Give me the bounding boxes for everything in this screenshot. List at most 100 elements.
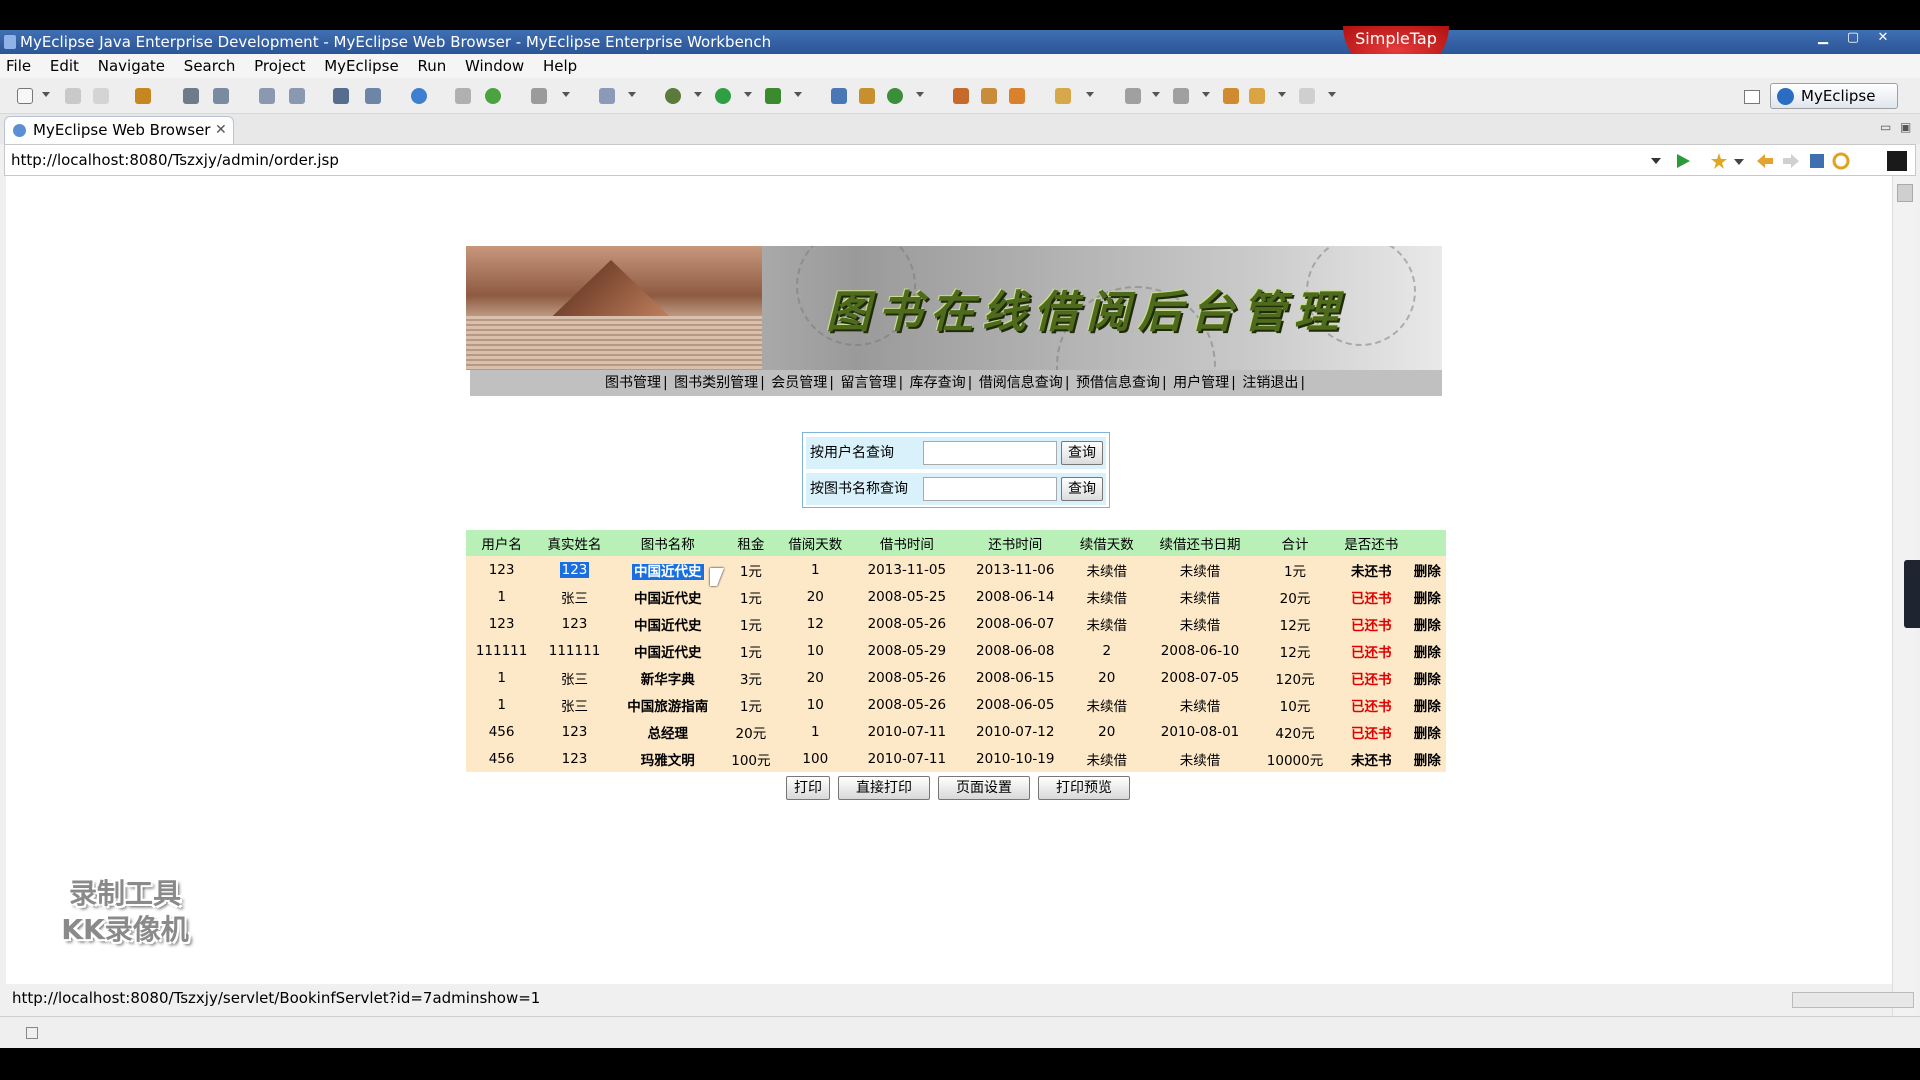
direct-print-button[interactable]: 直接打印 xyxy=(838,776,930,800)
menu-search[interactable]: Search xyxy=(178,54,244,78)
scroll-up-handle[interactable] xyxy=(1897,184,1913,202)
nav-message-management[interactable]: 留言管理 xyxy=(840,375,896,391)
nav-book-category-management[interactable]: 图书类别管理 xyxy=(674,375,758,391)
nav-book-management[interactable]: 图书管理 xyxy=(605,375,661,391)
browser-refresh-icon[interactable] xyxy=(1831,151,1851,171)
nav-logout[interactable]: 注销退出 xyxy=(1242,375,1298,391)
side-panel-handle[interactable] xyxy=(1904,560,1920,628)
new-class-icon[interactable] xyxy=(884,85,906,107)
nav-user-management[interactable]: 用户管理 xyxy=(1173,375,1229,391)
menu-edit[interactable]: Edit xyxy=(44,54,87,78)
back-dropdown-icon[interactable] xyxy=(1278,92,1286,97)
menu-run[interactable]: Run xyxy=(411,54,454,78)
uml-dropdown-icon[interactable] xyxy=(628,92,636,97)
delete-link[interactable]: 删除 xyxy=(1414,699,1441,715)
url-history-dropdown-icon[interactable] xyxy=(1651,158,1661,164)
delete-link[interactable]: 删除 xyxy=(1414,618,1441,634)
forward-dropdown-icon[interactable] xyxy=(1328,92,1336,97)
browser-options-icon[interactable] xyxy=(1887,151,1907,171)
myeclipse-perspective-button[interactable]: MyEclipse J... xyxy=(1770,83,1898,129)
delete-link[interactable]: 删除 xyxy=(1414,564,1441,580)
external-tools-dropdown-icon[interactable] xyxy=(794,92,802,97)
cell-delete[interactable]: 删除 xyxy=(1408,610,1446,637)
open-perspective-icon[interactable] xyxy=(1744,90,1760,104)
last-edit-icon[interactable] xyxy=(1220,85,1242,107)
new-package-icon[interactable] xyxy=(856,85,878,107)
nav-reservation-info-query[interactable]: 预借信息查询 xyxy=(1076,375,1160,391)
deploy-icon[interactable] xyxy=(210,85,232,107)
nav-inventory-query[interactable]: 库存查询 xyxy=(910,375,966,391)
server-stop-icon[interactable] xyxy=(286,85,308,107)
image-editor-dropdown-icon[interactable] xyxy=(562,92,570,97)
cell-delete[interactable]: 删除 xyxy=(1408,718,1446,745)
run-icon[interactable] xyxy=(712,85,734,107)
package-icon[interactable] xyxy=(132,85,154,107)
browser-stop-icon[interactable] xyxy=(1807,151,1827,171)
tab-myeclipse-web-browser[interactable]: MyEclipse Web Browser ✕ xyxy=(4,116,234,144)
print-preview-button[interactable]: 打印预览 xyxy=(1038,776,1130,800)
fast-view-icon[interactable] xyxy=(26,1027,38,1039)
next-annotation-icon[interactable] xyxy=(1122,85,1144,107)
menu-project[interactable]: Project xyxy=(248,54,313,78)
browser-forward-icon[interactable] xyxy=(1781,151,1801,171)
maximize-view-icon[interactable]: ▣ xyxy=(1900,120,1911,134)
debug-icon[interactable] xyxy=(662,85,684,107)
search-by-user-input[interactable] xyxy=(923,441,1057,465)
delete-link[interactable]: 删除 xyxy=(1414,591,1441,607)
horizontal-scrollbar[interactable] xyxy=(1792,992,1914,1008)
cell-delete[interactable]: 删除 xyxy=(1408,556,1446,583)
nav-borrow-info-query[interactable]: 借阅信息查询 xyxy=(979,375,1063,391)
debug-server-icon[interactable] xyxy=(180,85,202,107)
menu-myeclipse[interactable]: MyEclipse xyxy=(318,54,406,78)
url-input[interactable] xyxy=(11,149,1631,171)
uml-icon[interactable] xyxy=(596,85,618,107)
eraser-icon[interactable] xyxy=(1006,85,1028,107)
delete-link[interactable]: 删除 xyxy=(1414,645,1441,661)
menu-navigate[interactable]: Navigate xyxy=(92,54,173,78)
prev-annotation-dropdown-icon[interactable] xyxy=(1202,92,1210,97)
image-editor-icon[interactable] xyxy=(528,85,550,107)
minimize-view-icon[interactable]: ▭ xyxy=(1880,120,1891,134)
cell-delete[interactable]: 删除 xyxy=(1408,664,1446,691)
delete-link[interactable]: 删除 xyxy=(1414,753,1441,769)
server-start-icon[interactable] xyxy=(256,85,278,107)
debug-dropdown-icon[interactable] xyxy=(694,92,702,97)
prev-annotation-icon[interactable] xyxy=(1170,85,1192,107)
menu-file[interactable]: File xyxy=(0,54,39,78)
print-button[interactable]: 打印 xyxy=(786,776,830,800)
run-dropdown-icon[interactable] xyxy=(744,92,752,97)
cell-delete[interactable]: 删除 xyxy=(1408,745,1446,772)
favorites-dropdown-icon[interactable] xyxy=(1729,151,1749,171)
pen-icon[interactable] xyxy=(978,85,1000,107)
page-setup-button[interactable]: 页面设置 xyxy=(938,776,1030,800)
nav-member-management[interactable]: 会员管理 xyxy=(771,375,827,391)
minimize-window-icon[interactable]: ▁ xyxy=(1810,30,1836,48)
go-icon[interactable] xyxy=(1673,151,1693,171)
deploy-project-icon[interactable] xyxy=(330,85,352,107)
close-tab-icon[interactable]: ✕ xyxy=(215,117,227,144)
next-annotation-dropdown-icon[interactable] xyxy=(1152,92,1160,97)
close-window-icon[interactable]: ✕ xyxy=(1870,30,1896,48)
search-dropdown-icon[interactable] xyxy=(1086,92,1094,97)
refresh-green-icon[interactable] xyxy=(482,85,504,107)
cell-delete[interactable]: 删除 xyxy=(1408,691,1446,718)
maximize-window-icon[interactable]: ▢ xyxy=(1840,30,1866,48)
search-by-book-button[interactable]: 查询 xyxy=(1061,477,1103,501)
cell-delete[interactable]: 删除 xyxy=(1408,583,1446,610)
search-by-user-button[interactable]: 查询 xyxy=(1061,441,1103,465)
forward-icon[interactable] xyxy=(1296,85,1318,107)
back-icon[interactable] xyxy=(1246,85,1268,107)
browser-back-icon[interactable] xyxy=(1755,151,1775,171)
delete-link[interactable]: 删除 xyxy=(1414,672,1441,688)
new-java-project-icon[interactable] xyxy=(828,85,850,107)
open-browser-icon[interactable] xyxy=(408,85,430,107)
search-by-book-input[interactable] xyxy=(923,477,1057,501)
delete-link[interactable]: 删除 xyxy=(1414,726,1441,742)
external-tools-icon[interactable] xyxy=(762,85,784,107)
new-dropdown-icon[interactable] xyxy=(42,92,50,97)
print-icon[interactable] xyxy=(90,85,112,107)
open-type-icon[interactable] xyxy=(452,85,474,107)
menu-help[interactable]: Help xyxy=(537,54,585,78)
new-icon[interactable] xyxy=(14,85,36,107)
cell-delete[interactable]: 删除 xyxy=(1408,637,1446,664)
